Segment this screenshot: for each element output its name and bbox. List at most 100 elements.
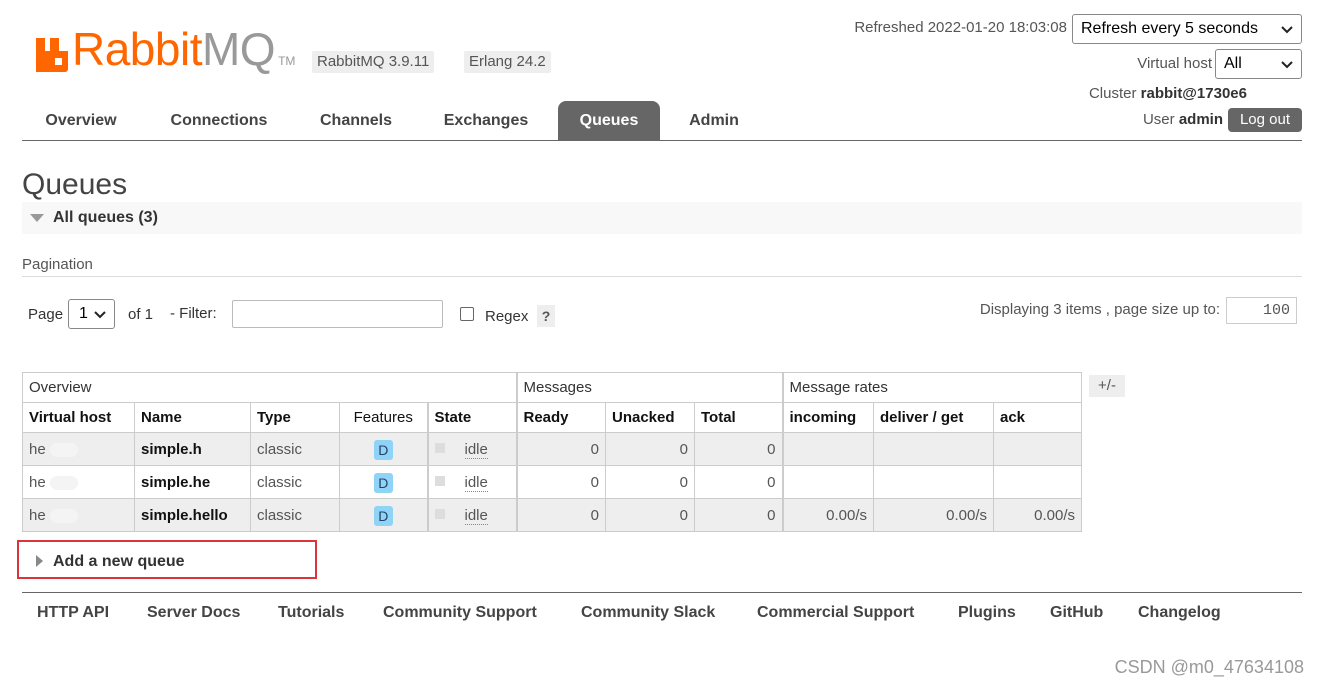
col-deliver-get[interactable]: deliver / get bbox=[873, 402, 994, 433]
rabbitmq-logo-icon bbox=[36, 38, 68, 72]
col-unacked[interactable]: Unacked bbox=[605, 402, 695, 433]
cell-deliver-get bbox=[873, 465, 994, 499]
state-indicator-icon bbox=[434, 442, 445, 453]
refresh-interval-select[interactable]: Refresh every 5 seconds bbox=[1072, 14, 1302, 44]
tab-channels[interactable]: Channels bbox=[304, 101, 408, 140]
chevron-down-icon bbox=[1281, 26, 1293, 34]
cell-features: D bbox=[339, 465, 428, 499]
cell-incoming: 0.00/s bbox=[781, 498, 874, 532]
rabbitmq-logo[interactable]: RabbitMQ TM bbox=[36, 26, 295, 72]
col-incoming[interactable]: incoming bbox=[781, 402, 874, 433]
footer-link-commercial-support[interactable]: Commercial Support bbox=[757, 604, 914, 622]
cell-total: 0 bbox=[694, 465, 783, 499]
refreshed-timestamp: Refreshed 2022-01-20 18:03:08 bbox=[854, 19, 1067, 36]
tab-overview[interactable]: Overview bbox=[22, 101, 140, 140]
regex-help-button[interactable]: ? bbox=[537, 305, 555, 327]
cell-deliver-get: 0.00/s bbox=[873, 498, 994, 532]
col-type[interactable]: Type bbox=[250, 402, 340, 433]
add-queue-toggle[interactable]: Add a new queue bbox=[17, 540, 317, 579]
page-size-input[interactable]: 100 bbox=[1226, 297, 1297, 324]
cell-features: D bbox=[339, 432, 428, 466]
cell-ack bbox=[993, 432, 1082, 466]
rabbitmq-version-badge: RabbitMQ 3.9.11 bbox=[312, 51, 435, 73]
durable-badge: D bbox=[373, 473, 393, 493]
col-name[interactable]: Name bbox=[134, 402, 251, 433]
cell-unacked: 0 bbox=[605, 432, 695, 466]
footer-divider bbox=[22, 592, 1302, 593]
footer-link-changelog[interactable]: Changelog bbox=[1138, 604, 1221, 622]
state-indicator-icon bbox=[434, 508, 445, 519]
cell-ack: 0.00/s bbox=[993, 498, 1082, 532]
cell-ack bbox=[993, 465, 1082, 499]
cell-type: classic bbox=[250, 465, 340, 499]
displaying-items-label: Displaying 3 items , page size up to: bbox=[979, 301, 1220, 318]
cell-ready: 0 bbox=[515, 432, 606, 466]
filter-input[interactable] bbox=[232, 300, 443, 328]
cell-deliver-get bbox=[873, 432, 994, 466]
state-indicator-icon bbox=[434, 475, 445, 486]
chevron-down-icon bbox=[1281, 61, 1293, 69]
virtual-host-label: Virtual host bbox=[1137, 55, 1212, 72]
column-options-button[interactable]: +/- bbox=[1089, 375, 1125, 397]
all-queues-label: All queues (3) bbox=[53, 209, 158, 226]
col-features: Features bbox=[339, 402, 428, 433]
cell-total: 0 bbox=[694, 432, 783, 466]
rabbitmq-logo-text: RabbitMQ bbox=[72, 23, 276, 75]
footer-link-tutorials[interactable]: Tutorials bbox=[278, 604, 344, 622]
trademark: TM bbox=[278, 54, 296, 68]
footer-link-github[interactable]: GitHub bbox=[1050, 604, 1103, 622]
page-title: Queues bbox=[22, 168, 128, 201]
col-total[interactable]: Total bbox=[694, 402, 783, 433]
chevron-down-icon bbox=[94, 311, 106, 319]
cell-vhost: he bbox=[22, 432, 135, 466]
queue-link-simple-h[interactable]: simple.h bbox=[134, 432, 251, 466]
cell-incoming bbox=[781, 432, 874, 466]
all-queues-section-toggle[interactable]: All queues (3) bbox=[22, 202, 1302, 234]
tab-connections[interactable]: Connections bbox=[152, 101, 286, 140]
filter-label: - Filter: bbox=[170, 305, 217, 322]
group-messages: Messages bbox=[515, 372, 783, 403]
refresh-interval-value: Refresh every 5 seconds bbox=[1081, 20, 1258, 37]
cell-state: idle bbox=[426, 432, 517, 466]
footer-link-community-slack[interactable]: Community Slack bbox=[581, 604, 715, 622]
tab-queues[interactable]: Queues bbox=[558, 101, 660, 140]
cell-total: 0 bbox=[694, 498, 783, 532]
erlang-version-badge: Erlang 24.2 bbox=[464, 51, 551, 73]
footer-link-server-docs[interactable]: Server Docs bbox=[147, 604, 240, 622]
table-row[interactable]: he simple.he classic D idle 0 0 0 bbox=[22, 465, 1082, 499]
page-label: Page bbox=[28, 306, 64, 323]
col-state[interactable]: State bbox=[426, 402, 517, 433]
col-virtual-host[interactable]: Virtual host bbox=[22, 402, 135, 433]
regex-label: Regex bbox=[485, 308, 529, 325]
col-ack[interactable]: ack bbox=[993, 402, 1082, 433]
footer-link-community-support[interactable]: Community Support bbox=[383, 604, 537, 622]
cluster-label: Cluster bbox=[1088, 85, 1137, 102]
tab-exchanges[interactable]: Exchanges bbox=[430, 101, 542, 140]
table-row[interactable]: he simple.h classic D idle 0 0 0 bbox=[22, 432, 1082, 466]
durable-badge: D bbox=[373, 506, 393, 526]
triangle-down-icon bbox=[30, 214, 44, 222]
cell-state: idle bbox=[426, 465, 517, 499]
regex-checkbox[interactable] bbox=[460, 307, 474, 321]
cell-unacked: 0 bbox=[605, 465, 695, 499]
table-row[interactable]: he simple.hello classic D idle 0 0 0 0.0… bbox=[22, 498, 1082, 532]
queue-link-simple-hello[interactable]: simple.hello bbox=[134, 498, 251, 532]
cell-unacked: 0 bbox=[605, 498, 695, 532]
cluster-name: rabbit@1730e6 bbox=[1140, 85, 1247, 102]
page-number-value: 1 bbox=[79, 305, 88, 322]
footer-link-plugins[interactable]: Plugins bbox=[958, 604, 1016, 622]
cell-type: classic bbox=[250, 498, 340, 532]
page-count-label: of 1 bbox=[128, 306, 154, 323]
queue-link-simple-he[interactable]: simple.he bbox=[134, 465, 251, 499]
add-queue-label: Add a new queue bbox=[53, 553, 185, 570]
cell-incoming bbox=[781, 465, 874, 499]
cell-type: classic bbox=[250, 432, 340, 466]
tab-admin[interactable]: Admin bbox=[678, 101, 750, 140]
page-number-select[interactable]: 1 bbox=[68, 299, 115, 329]
footer-link-http-api[interactable]: HTTP API bbox=[37, 604, 109, 622]
virtual-host-select[interactable]: All bbox=[1215, 49, 1302, 79]
table-column-header: Virtual host Name Type Features State Re… bbox=[22, 402, 1082, 433]
durable-badge: D bbox=[373, 440, 393, 460]
col-ready[interactable]: Ready bbox=[515, 402, 606, 433]
group-message-rates: Message rates bbox=[781, 372, 1082, 403]
